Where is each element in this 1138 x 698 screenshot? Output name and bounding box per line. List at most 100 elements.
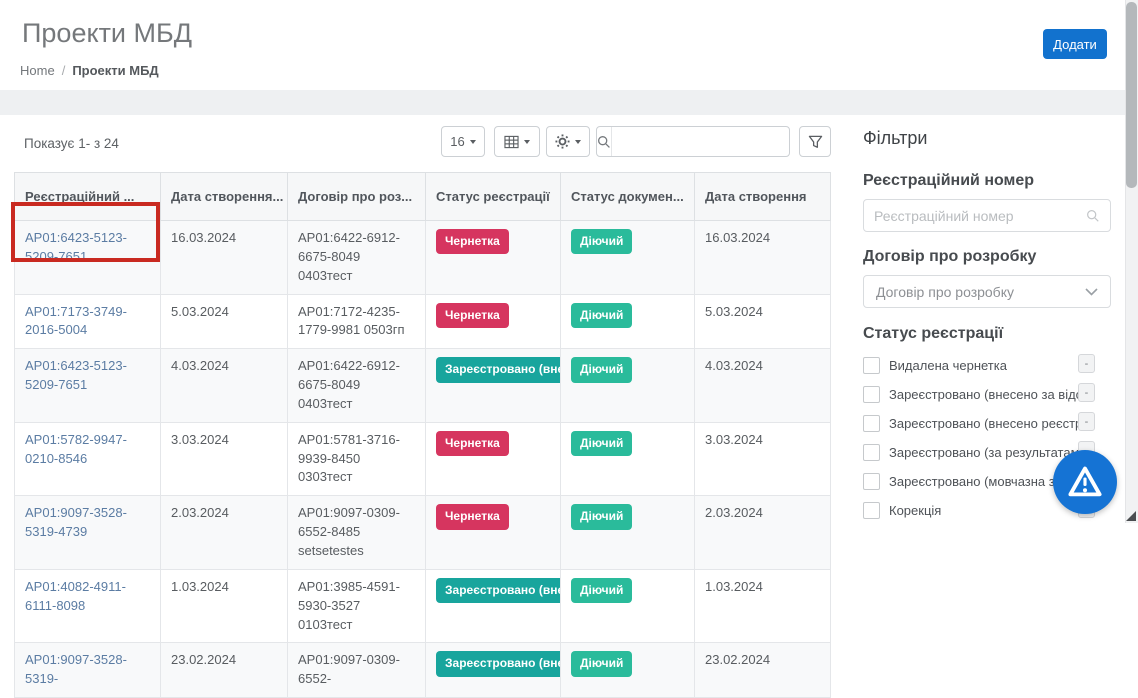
filter-contract-select[interactable]: Договір про розробку [863, 275, 1111, 308]
filter-reg-number-label: Реєстраційний номер [863, 172, 1034, 190]
reg-status-badge: Чернетка [436, 431, 509, 456]
date-created-cell: 16.03.2024 [161, 221, 288, 295]
doc-status-badge: Діючий [571, 504, 632, 529]
table-row: AP01:6423-5123-5209-7651 4.03.2024 AP01:… [15, 349, 831, 423]
filter-option-deleted-draft: Видалена чернетка - [863, 355, 1113, 375]
search-input[interactable] [612, 127, 804, 156]
doc-status-badge: Діючий [571, 651, 632, 676]
reg-number-link[interactable]: AP01:9097-3528-5319- [25, 652, 127, 686]
chevron-down-icon [1085, 288, 1098, 296]
date-created-cell: 4.03.2024 [695, 349, 831, 423]
table-row: AP01:7173-3749-2016-5004 5.03.2024 AP01:… [15, 294, 831, 349]
column-header-doc-status[interactable]: Статус докумен... [561, 173, 695, 221]
filter-reg-number-field [863, 199, 1111, 232]
reg-number-link[interactable]: AP01:6423-5123-5209-7651 [25, 230, 127, 264]
collapse-minus-button[interactable]: - [1078, 354, 1095, 373]
reg-number-link[interactable]: AP01:9097-3528-5319-4739 [25, 505, 127, 539]
doc-status-badge: Діючий [571, 303, 632, 328]
settings-dropdown[interactable] [546, 126, 590, 157]
date-created-cell: 16.03.2024 [695, 221, 831, 295]
table-search [596, 126, 790, 157]
breadcrumb-separator: / [62, 63, 66, 78]
doc-status-badge: Діючий [571, 431, 632, 456]
doc-status-badge: Діючий [571, 578, 632, 603]
date-created-cell: 3.03.2024 [695, 422, 831, 496]
page-size-dropdown[interactable]: 16 [441, 126, 485, 157]
breadcrumb-home-link[interactable]: Home [20, 63, 55, 78]
gear-icon [555, 134, 570, 149]
checkbox-label: Зареєстровано (внесено реєстра... [889, 416, 1094, 431]
filter-reg-number-input[interactable] [864, 208, 1086, 224]
contract-cell: AP01:6422-6912-6675-8049 0403тест [288, 349, 426, 423]
table-row: AP01:4082-4911-6111-8098 1.03.2024 AP01:… [15, 569, 831, 643]
column-header-contract[interactable]: Договір про роз... [288, 173, 426, 221]
date-created-cell: 23.02.2024 [161, 643, 288, 698]
checkbox[interactable] [863, 357, 880, 374]
contract-cell: AP01:9097-0309-6552-8485 setsetestes [288, 496, 426, 570]
filter-toggle-button[interactable] [799, 126, 831, 157]
reg-status-badge: Чернетка [436, 303, 509, 328]
checkbox-label: Корекція [889, 503, 941, 518]
checkbox-label: Видалена чернетка [889, 358, 1007, 373]
chevron-down-icon [470, 140, 476, 144]
breadcrumb-current: Проекти МБД [72, 63, 158, 78]
table-grid-icon [504, 135, 519, 149]
vertical-scrollbar-thumb[interactable] [1126, 2, 1137, 188]
reg-status-badge: Зареєстровано (внесен [436, 357, 561, 382]
collapse-minus-button[interactable]: - [1078, 412, 1095, 431]
table-row: AP01:6423-5123-5209-7651 16.03.2024 AP01… [15, 221, 831, 295]
table-row: AP01:5782-9947-0210-8546 3.03.2024 AP01:… [15, 422, 831, 496]
checkbox-label: Зареєстровано (внесено за відом... [889, 387, 1094, 402]
search-icon [597, 127, 612, 156]
column-header-reg-status[interactable]: Статус реєстрації [426, 173, 561, 221]
page-size-value: 16 [450, 134, 464, 149]
checkbox[interactable] [863, 444, 880, 461]
reg-status-badge: Чернетка [436, 229, 509, 254]
column-header-reg-number[interactable]: Реєстраційний ... [15, 173, 161, 221]
filter-option-registered-reestr: Зареєстровано (внесено реєстра... - [863, 413, 1113, 433]
date-created-cell: 4.03.2024 [161, 349, 288, 423]
scrollbar-corner-arrow[interactable] [1126, 511, 1136, 521]
contract-cell: AP01:3985-4591-5930-3527 0103тест [288, 569, 426, 643]
filters-title: Фільтри [863, 128, 927, 149]
checkbox[interactable] [863, 386, 880, 403]
contract-cell: AP01:6422-6912-6675-8049 0403тест [288, 221, 426, 295]
reg-number-link[interactable]: AP01:6423-5123-5209-7651 [25, 358, 127, 392]
date-created-cell: 2.03.2024 [161, 496, 288, 570]
filter-reg-status-label: Статус реєстрації [863, 325, 1003, 343]
header-divider-band [0, 90, 1125, 115]
reg-number-link[interactable]: AP01:4082-4911-6111-8098 [25, 579, 126, 613]
table-row: AP01:9097-3528-5319- 23.02.2024 AP01:909… [15, 643, 831, 698]
reg-status-badge: Зареєстровано (внесен [436, 578, 561, 603]
contract-cell: AP01:7172-4235-1779-9981 0503гп [288, 294, 426, 349]
contract-cell: AP01:9097-0309-6552- [288, 643, 426, 698]
contract-cell: AP01:5781-3716-9939-8450 0303тест [288, 422, 426, 496]
date-created-cell: 1.03.2024 [695, 569, 831, 643]
checkbox[interactable] [863, 415, 880, 432]
date-created-cell: 2.03.2024 [695, 496, 831, 570]
doc-status-badge: Діючий [571, 229, 632, 254]
collapse-minus-button[interactable]: - [1078, 383, 1095, 402]
columns-dropdown[interactable] [494, 126, 540, 157]
chevron-down-icon [575, 140, 581, 144]
warning-fab-button[interactable] [1053, 450, 1117, 514]
add-button[interactable]: Додати [1043, 29, 1107, 59]
reg-number-link[interactable]: AP01:7173-3749-2016-5004 [25, 304, 127, 338]
date-created-cell: 3.03.2024 [161, 422, 288, 496]
column-header-date-created-short[interactable]: Дата створення... [161, 173, 288, 221]
date-created-cell: 23.02.2024 [695, 643, 831, 698]
doc-status-badge: Діючий [571, 357, 632, 382]
warning-triangle-icon [1067, 465, 1103, 499]
column-header-date-created[interactable]: Дата створення [695, 173, 831, 221]
checkbox[interactable] [863, 473, 880, 490]
page-title: Проекти МБД [22, 18, 192, 49]
checkbox[interactable] [863, 502, 880, 519]
funnel-icon [808, 135, 823, 149]
date-created-cell: 1.03.2024 [161, 569, 288, 643]
filter-contract-label: Договір про розробку [863, 248, 1036, 266]
search-icon [1086, 209, 1110, 223]
reg-status-badge: Зареєстровано (внесен [436, 651, 561, 676]
results-count-text: Показує 1- з 24 [24, 136, 119, 151]
reg-status-badge: Чернетка [436, 504, 509, 529]
reg-number-link[interactable]: AP01:5782-9947-0210-8546 [25, 432, 127, 466]
